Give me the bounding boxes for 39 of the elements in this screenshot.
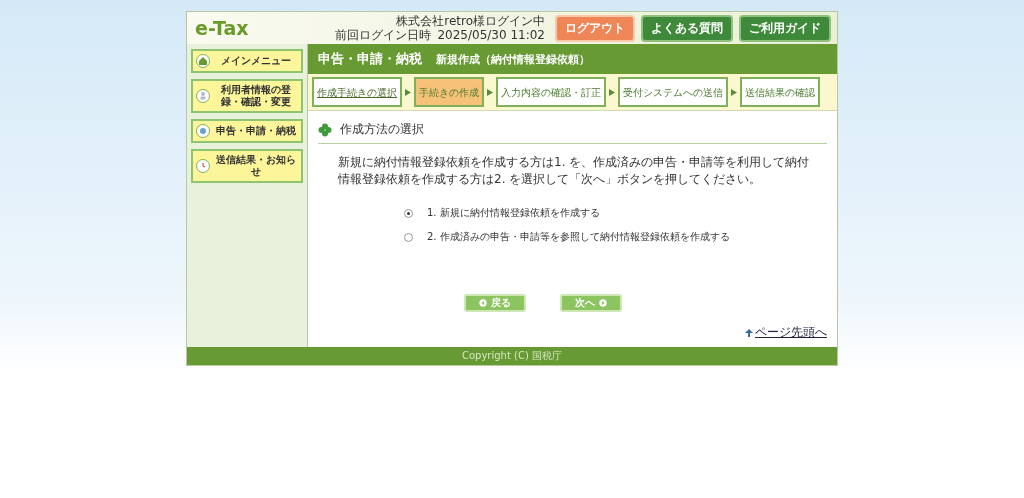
step-arrow-icon xyxy=(405,88,411,96)
section-heading: 作成方法の選択 xyxy=(340,121,424,138)
arrow-up-icon xyxy=(745,328,753,337)
back-arrow-icon xyxy=(479,299,487,307)
clover-icon xyxy=(318,122,332,137)
radio-button[interactable] xyxy=(404,232,413,242)
sidebar-item[interactable]: 利用者情報の登録・確認・変更 xyxy=(191,79,303,113)
sidebar-item-label: 利用者情報の登録・確認・変更 xyxy=(219,84,292,108)
last-login-time: 2025/05/30 11:02 xyxy=(437,28,545,42)
instruction-text: 新規に納付情報登録依頼を作成する方は1. を、作成済みの申告・申請等を利用して納付情報登録依頼を作成する方は2. を選択して「次へ」ボタンを押してください。 xyxy=(338,154,811,188)
step: 送信結果の確認 xyxy=(740,77,820,107)
radio-button[interactable] xyxy=(404,208,413,218)
step-link[interactable]: 作成手続きの選択 xyxy=(317,86,397,98)
login-user: 株式会社retro様ログイン中 xyxy=(396,14,545,28)
last-login-label: 前回ログイン日時 xyxy=(335,28,432,42)
copyright: Copyright (C) 国税庁 xyxy=(462,349,562,363)
sidebar-item[interactable]: メインメニュー xyxy=(191,49,303,73)
sidebar-item[interactable]: 送信結果・お知らせ xyxy=(191,149,303,183)
step: 手続きの作成 xyxy=(414,77,484,107)
logo: e-Tax xyxy=(195,17,250,39)
sidebar-item-label: メインメニュー xyxy=(219,55,292,67)
sidebar-item-label: 送信結果・お知らせ xyxy=(214,154,297,178)
step: 入力内容の確認・訂正 xyxy=(496,77,606,107)
sidebar-item-label: 申告・申請・納税 xyxy=(214,125,297,137)
sidebar-item[interactable]: 申告・申請・納税 xyxy=(191,119,303,143)
page-subtitle: 新規作成（納付情報登録依頼） xyxy=(436,52,590,67)
next-arrow-icon xyxy=(599,299,607,307)
page-top-link[interactable]: ページ先頭へ xyxy=(745,324,827,341)
option-label: 2. 作成済みの申告・申請等を参照して納付情報登録依頼を作成する xyxy=(427,230,730,244)
person-icon xyxy=(196,89,210,103)
home-icon xyxy=(196,54,210,68)
header-button[interactable]: ご利用ガイド xyxy=(739,14,831,42)
step: 受付システムへの送信 xyxy=(618,77,728,107)
step-arrow-icon xyxy=(487,88,493,96)
step-arrow-icon xyxy=(609,88,615,96)
option-label: 1. 新規に納付情報登録依頼を作成する xyxy=(427,206,600,220)
page-title: 申告・申請・納税 xyxy=(318,50,422,68)
header-button[interactable]: よくある質問 xyxy=(641,14,733,42)
step-arrow-icon xyxy=(731,88,737,96)
